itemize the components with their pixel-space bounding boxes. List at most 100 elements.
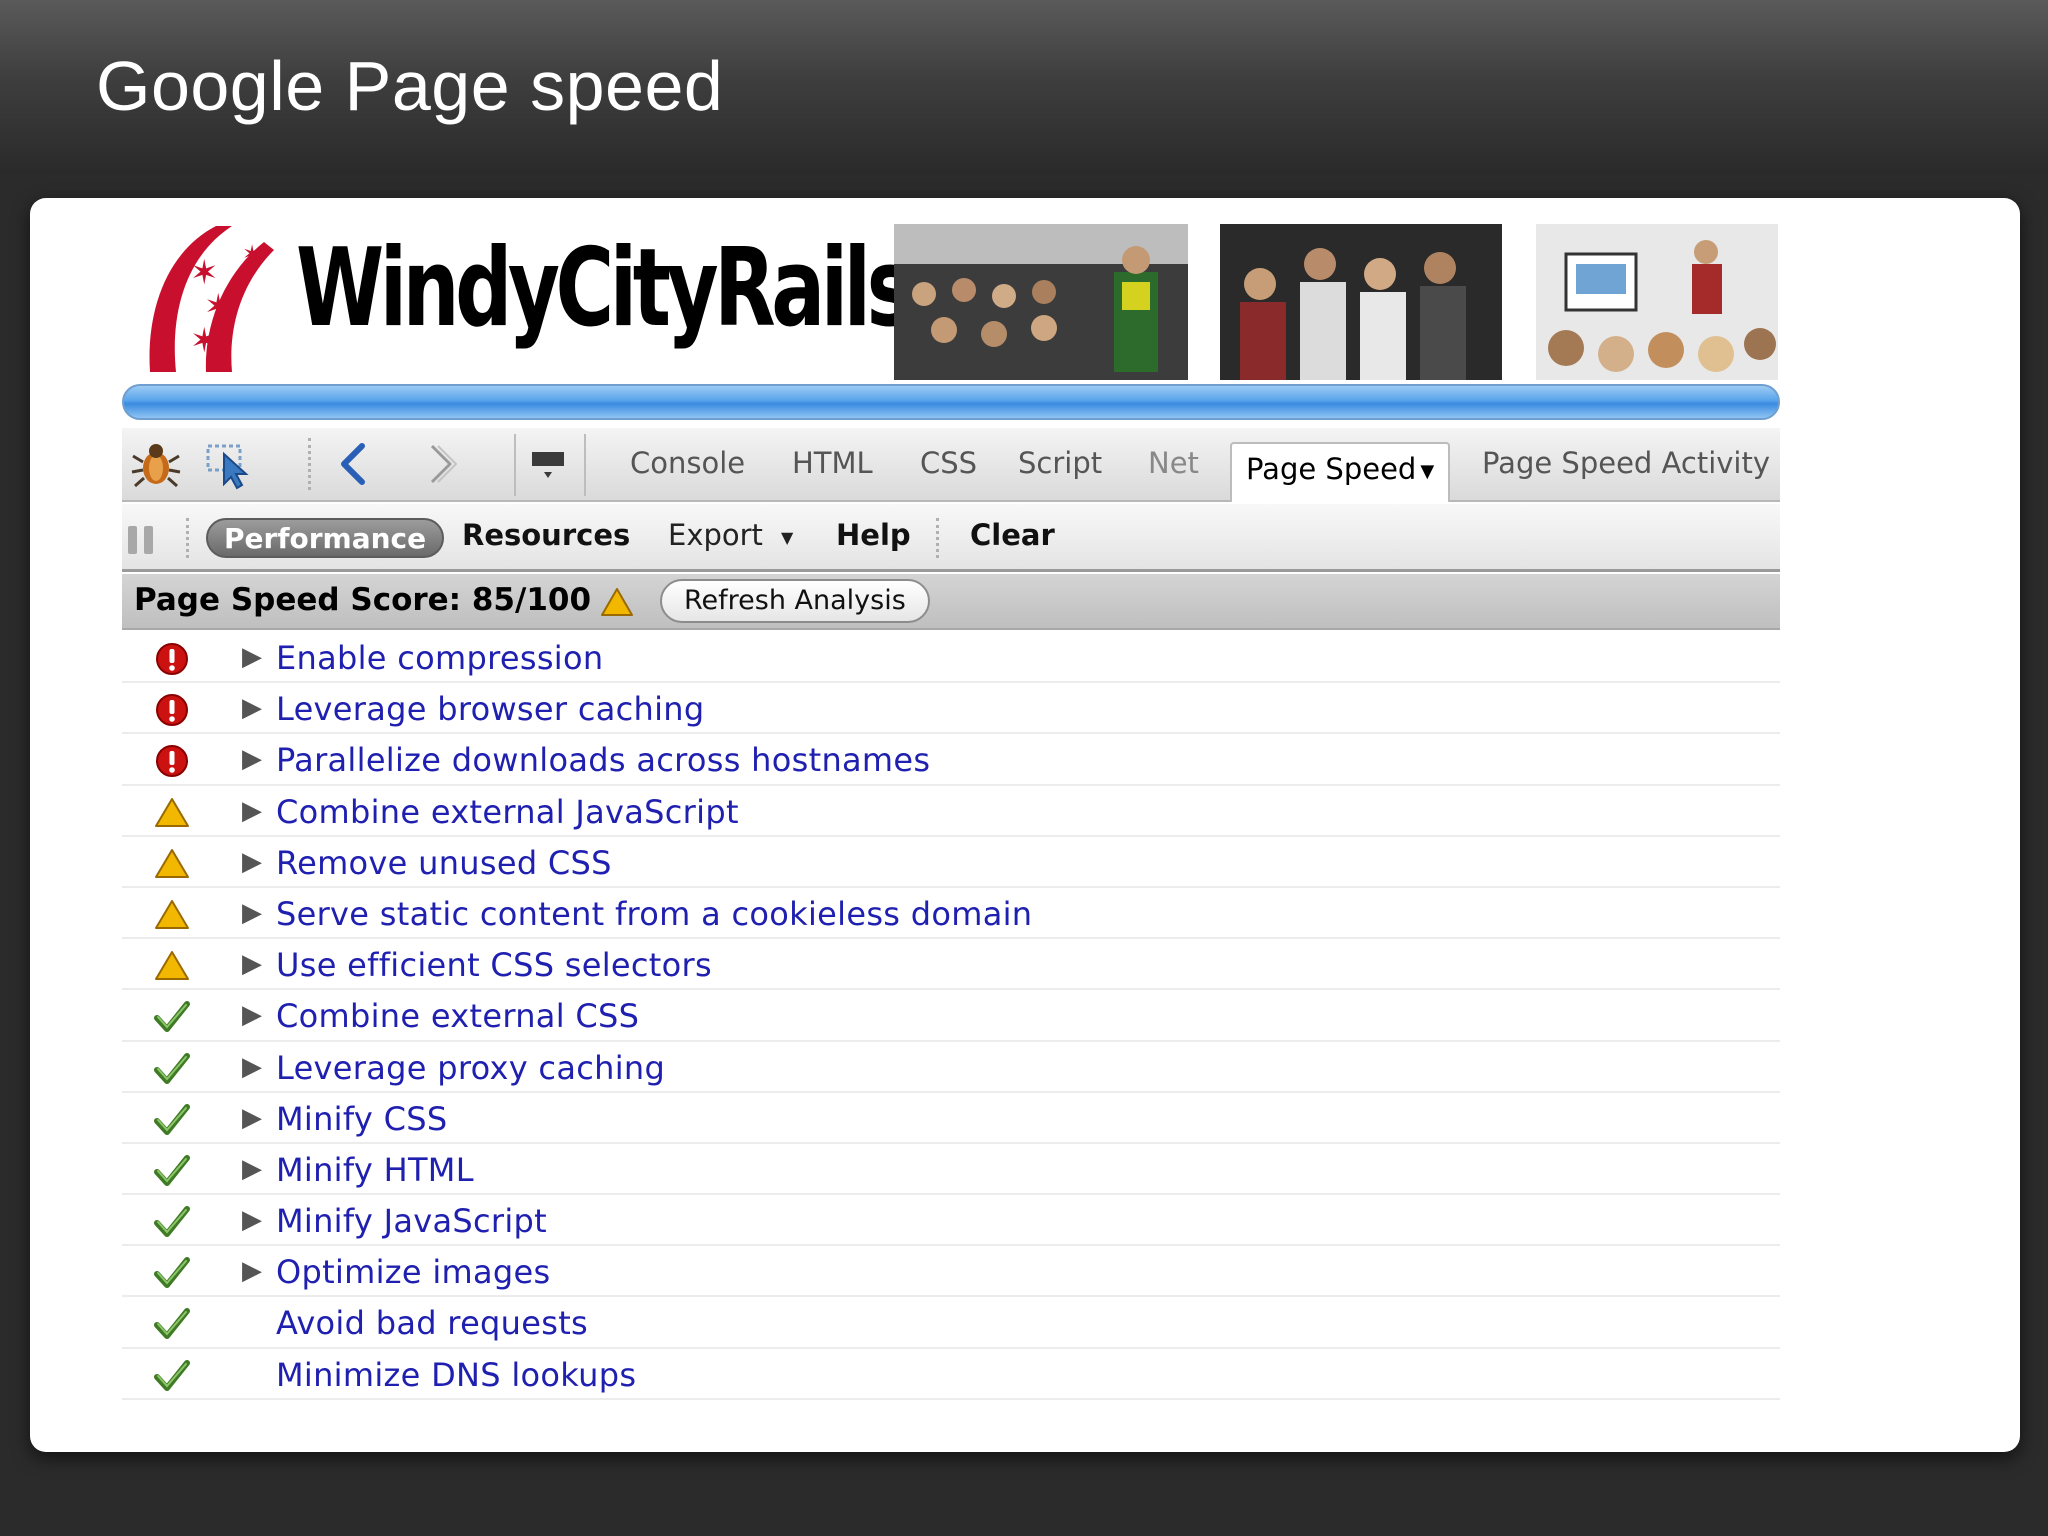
- rule-name-link[interactable]: Combine external CSS: [276, 997, 639, 1035]
- rule-row[interactable]: ▶ Combine external JavaScript: [122, 786, 1780, 837]
- rule-name-link[interactable]: Enable compression: [276, 639, 603, 677]
- expand-arrow-icon[interactable]: ▶: [242, 1052, 262, 1082]
- expand-arrow-icon[interactable]: ▶: [242, 1256, 262, 1286]
- rule-name-link[interactable]: Serve static content from a cookieless d…: [276, 895, 1032, 933]
- rule-name-link[interactable]: Avoid bad requests: [276, 1304, 588, 1342]
- conference-presentation-photo: [1536, 224, 1778, 380]
- warning-icon: [154, 949, 190, 983]
- error-icon: [154, 744, 190, 778]
- rule-row[interactable]: ▶ Remove unused CSS: [122, 837, 1780, 888]
- warning-icon: [154, 898, 190, 932]
- checkmark-icon: [154, 1000, 190, 1034]
- tab-net[interactable]: Net: [1148, 446, 1199, 480]
- rule-row[interactable]: ▶ Use efficient CSS selectors: [122, 939, 1780, 991]
- site-logo-text: WindyCityRails: [296, 226, 914, 351]
- firebug-icon[interactable]: [130, 438, 182, 490]
- svg-text:✶: ✶: [190, 321, 219, 361]
- rule-list: ▶ Enable compression ▶ Leverage browser cac…: [122, 632, 1780, 1400]
- expand-arrow-icon[interactable]: ▶: [242, 949, 262, 979]
- tab-css[interactable]: CSS: [920, 446, 977, 480]
- rule-row[interactable]: ▶ Combine external CSS: [122, 990, 1780, 1042]
- expand-arrow-icon[interactable]: ▶: [242, 847, 262, 877]
- slide-title: Google Page speed: [96, 47, 724, 125]
- expand-arrow-icon[interactable]: ▶: [242, 1103, 262, 1133]
- rule-name-link[interactable]: Minify HTML: [276, 1151, 474, 1189]
- conference-crowd-photo: [1220, 224, 1502, 380]
- rule-row[interactable]: ▶ Minify JavaScript: [122, 1195, 1780, 1247]
- rule-name-link[interactable]: Minimize DNS lookups: [276, 1356, 636, 1394]
- rule-name-link[interactable]: Optimize images: [276, 1253, 551, 1291]
- rule-row[interactable]: ▶ Leverage proxy caching: [122, 1042, 1780, 1093]
- page-speed-score: Page Speed Score: 85/100: [134, 582, 592, 618]
- chevron-down-icon[interactable]: ▼: [1420, 461, 1434, 482]
- rule-name-link[interactable]: Minify CSS: [276, 1100, 447, 1138]
- warning-icon: [154, 796, 190, 830]
- rule-row[interactable]: ▶ Minify HTML: [122, 1144, 1780, 1196]
- tab-page-speed-activity[interactable]: Page Speed Activity: [1482, 446, 1770, 480]
- performance-button[interactable]: Performance: [206, 518, 445, 558]
- inspect-icon[interactable]: [202, 438, 254, 490]
- expand-arrow-icon[interactable]: ▶: [242, 898, 262, 928]
- panel-menu-icon[interactable]: [522, 438, 574, 490]
- clear-button[interactable]: Clear: [970, 518, 1055, 552]
- resources-button[interactable]: Resources: [462, 518, 630, 552]
- toolbar-separator: [584, 434, 586, 496]
- rule-row[interactable]: ▶ Parallelize downloads across hostnames: [122, 734, 1780, 786]
- tab-page-speed[interactable]: Page Speed ▼: [1230, 442, 1451, 502]
- rule-name-link[interactable]: Remove unused CSS: [276, 844, 612, 882]
- checkmark-icon: [154, 1256, 190, 1290]
- rule-row[interactable]: ▶ Leverage browser caching: [122, 683, 1780, 735]
- tab-console[interactable]: Console: [630, 446, 745, 480]
- expand-arrow-icon[interactable]: ▶: [242, 796, 262, 826]
- toolbar-separator: [514, 434, 516, 496]
- export-label: Export: [668, 518, 763, 552]
- pause-icon[interactable]: [128, 526, 158, 556]
- checkmark-icon: [154, 1052, 190, 1086]
- page-header-gradient-bar: [122, 384, 1780, 420]
- rule-name-link[interactable]: Use efficient CSS selectors: [276, 946, 712, 984]
- checkmark-icon: [154, 1307, 190, 1341]
- checkmark-icon: [154, 1359, 190, 1393]
- page-speed-subtoolbar: Performance Resources Export ▼ Help Clear: [122, 504, 1780, 572]
- rule-row[interactable]: ▶ Serve static content from a cookieless …: [122, 888, 1780, 940]
- rule-row[interactable]: ▶ Minify CSS: [122, 1093, 1780, 1144]
- toolbar-divider: [936, 518, 939, 558]
- checkmark-icon: [154, 1103, 190, 1137]
- toolbar-divider: [186, 518, 189, 558]
- firebug-toolbar: Console HTML CSS Script Net Page Speed ▼ …: [122, 428, 1780, 502]
- rule-name-link[interactable]: Leverage proxy caching: [276, 1049, 665, 1087]
- expand-arrow-icon[interactable]: ▶: [242, 693, 262, 723]
- rule-name-link[interactable]: Combine external JavaScript: [276, 793, 739, 831]
- rule-row[interactable]: Minimize DNS lookups: [122, 1349, 1780, 1400]
- rule-row[interactable]: ▶ Enable compression: [122, 632, 1780, 684]
- tab-script[interactable]: Script: [1018, 446, 1102, 480]
- toolbar-divider: [308, 438, 311, 490]
- expand-arrow-icon[interactable]: ▶: [242, 1000, 262, 1030]
- rule-name-link[interactable]: Parallelize downloads across hostnames: [276, 741, 930, 779]
- chevron-down-icon: ▼: [780, 527, 794, 547]
- warning-icon: [154, 847, 190, 881]
- site-banner: ✶ ✶ ✶ ✶ WindyCityRails: [146, 222, 1778, 382]
- export-menu[interactable]: Export ▼: [668, 518, 793, 552]
- rule-name-link[interactable]: Minify JavaScript: [276, 1202, 547, 1240]
- slide-title-bar: Google Page speed: [0, 0, 2048, 174]
- checkmark-icon: [154, 1154, 190, 1188]
- back-icon[interactable]: [330, 438, 382, 490]
- expand-arrow-icon[interactable]: ▶: [242, 1205, 262, 1235]
- forward-icon[interactable]: [414, 438, 466, 490]
- tab-html[interactable]: HTML: [792, 446, 873, 480]
- conference-audience-photo: [894, 224, 1188, 380]
- svg-text:✶: ✶: [242, 240, 262, 268]
- error-icon: [154, 642, 190, 676]
- checkmark-icon: [154, 1205, 190, 1239]
- warning-icon: [601, 588, 633, 616]
- rule-name-link[interactable]: Leverage browser caching: [276, 690, 704, 728]
- rule-row[interactable]: Avoid bad requests: [122, 1297, 1780, 1349]
- expand-arrow-icon[interactable]: ▶: [242, 1154, 262, 1184]
- expand-arrow-icon[interactable]: ▶: [242, 744, 262, 774]
- help-button[interactable]: Help: [836, 518, 911, 552]
- refresh-analysis-button[interactable]: Refresh Analysis: [660, 579, 930, 623]
- rule-row[interactable]: ▶ Optimize images: [122, 1246, 1780, 1298]
- tab-page-speed-label: Page Speed: [1246, 452, 1417, 486]
- expand-arrow-icon[interactable]: ▶: [242, 642, 262, 672]
